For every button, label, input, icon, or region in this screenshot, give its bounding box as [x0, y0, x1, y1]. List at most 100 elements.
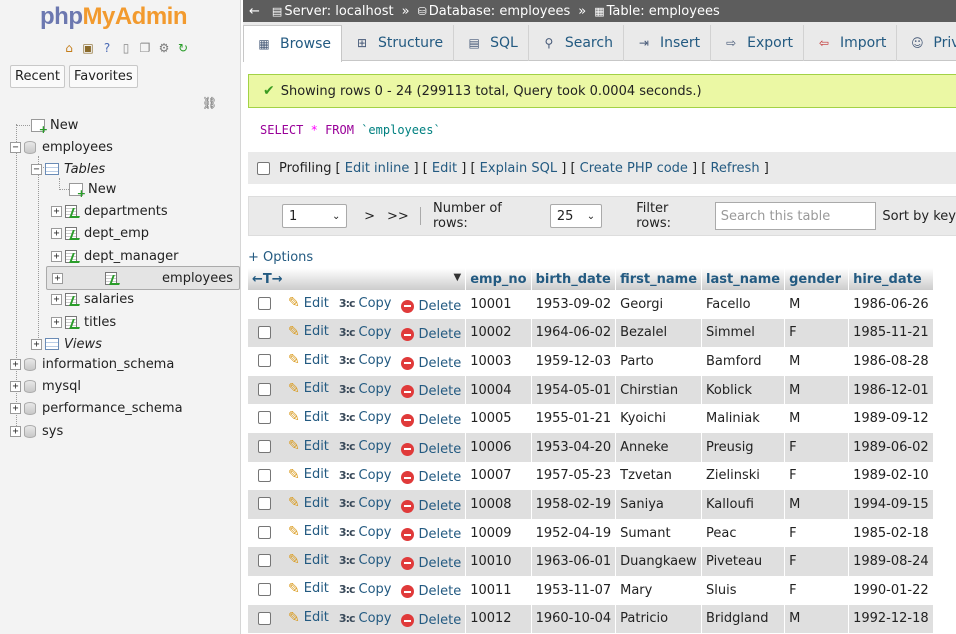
next-page-button[interactable]: >: [357, 204, 381, 228]
tree-item-database[interactable]: + information_schema: [10, 353, 174, 375]
cell-emp-no[interactable]: 10010: [465, 547, 532, 576]
row-checkbox[interactable]: [258, 611, 271, 625]
edit-row-button[interactable]: ✎ Edit: [288, 467, 329, 483]
copy-row-button[interactable]: 3:c Copy: [339, 410, 392, 425]
cell-first-name[interactable]: Georgi: [615, 290, 703, 319]
cell-last-name[interactable]: Preusig: [701, 432, 786, 462]
row-checkbox[interactable]: [258, 325, 271, 339]
collapse-icon[interactable]: −: [31, 163, 42, 175]
tree-item-new[interactable]: New: [31, 114, 78, 136]
expand-icon[interactable]: +: [51, 316, 62, 328]
row-checkbox[interactable]: [258, 582, 271, 596]
collapse-icon[interactable]: −: [10, 141, 21, 153]
gear-icon[interactable]: ⚙: [156, 40, 172, 56]
cell-gender[interactable]: F: [784, 547, 850, 576]
table-row[interactable]: ✎ Edit 3:c Copy Delete 10006 1953-04-20 Anneke P…: [248, 432, 934, 462]
table-row[interactable]: ✎ Edit 3:c Copy Delete 10012 1960-10-04 Patrici…: [248, 604, 934, 634]
cell-emp-no[interactable]: 10002: [465, 318, 532, 348]
copy-row-button[interactable]: 3:c Copy: [339, 439, 392, 454]
cell-gender[interactable]: M: [784, 404, 850, 433]
cell-hire-date[interactable]: 1994-09-15: [848, 490, 934, 519]
cell-hire-date[interactable]: 1986-08-28: [848, 347, 934, 376]
cell-hire-date[interactable]: 1990-01-22: [848, 575, 934, 605]
delete-row-button[interactable]: Delete: [401, 442, 461, 457]
profiling-checkbox[interactable]: [257, 161, 270, 175]
cell-hire-date[interactable]: 1986-12-01: [848, 375, 934, 405]
row-checkbox[interactable]: [258, 468, 271, 482]
options-link[interactable]: + Options: [248, 250, 313, 265]
sql-query[interactable]: SELECT * FROM `employees`: [260, 123, 441, 137]
cell-first-name[interactable]: Patricio: [615, 604, 703, 634]
row-checkbox[interactable]: [258, 411, 271, 425]
tab-structure[interactable]: ⊞ Structure: [342, 25, 455, 61]
cell-last-name[interactable]: Piveteau: [701, 547, 786, 576]
expand-icon[interactable]: +: [51, 227, 62, 239]
edit-link[interactable]: Edit: [432, 161, 457, 176]
cell-emp-no[interactable]: 10004: [465, 375, 532, 405]
table-row[interactable]: ✎ Edit 3:c Copy Delete 10009 1952-04-19 Sumant P…: [248, 518, 934, 548]
copy-row-button[interactable]: 3:c Copy: [339, 296, 392, 311]
cell-first-name[interactable]: Bezalel: [615, 318, 703, 348]
tab-privileges[interactable]: ☺ Privile: [897, 25, 956, 61]
tab-browse[interactable]: ▦ Browse: [243, 25, 342, 62]
cell-last-name[interactable]: Peac: [701, 518, 786, 548]
docs-icon[interactable]: ▯: [118, 40, 134, 56]
create-php-code-link[interactable]: Create PHP code: [580, 161, 688, 176]
help-icon[interactable]: ?: [99, 40, 115, 56]
edit-row-button[interactable]: ✎ Edit: [288, 581, 329, 597]
row-checkbox[interactable]: [258, 382, 271, 396]
table-row[interactable]: ✎ Edit 3:c Copy Delete 10001 1953-09-02 Georgi F…: [248, 290, 934, 319]
cell-hire-date[interactable]: 1992-12-18: [848, 604, 934, 634]
cell-gender[interactable]: F: [784, 461, 850, 491]
cell-first-name[interactable]: Saniya: [615, 490, 703, 519]
cell-gender[interactable]: F: [784, 518, 850, 548]
cell-emp-no[interactable]: 10003: [465, 347, 532, 376]
cell-first-name[interactable]: Parto: [615, 347, 703, 376]
cell-hire-date[interactable]: 1989-08-24: [848, 547, 934, 576]
column-header-last-name[interactable]: last_name: [701, 268, 786, 290]
edit-inline-link[interactable]: Edit inline: [345, 161, 410, 176]
filter-input[interactable]: Search this table: [714, 202, 877, 230]
expand-icon[interactable]: +: [51, 205, 62, 217]
cell-last-name[interactable]: Simmel: [701, 318, 786, 348]
rows-select[interactable]: 25 ⌄: [549, 204, 603, 228]
breadcrumb-database[interactable]: Database: employees: [429, 4, 570, 19]
delete-row-button[interactable]: Delete: [401, 470, 461, 485]
column-header-first-name[interactable]: first_name: [615, 268, 703, 290]
tree-item-views[interactable]: + Views: [31, 333, 102, 355]
edit-row-button[interactable]: ✎ Edit: [288, 295, 329, 311]
tree-item-table[interactable]: + titles: [51, 311, 116, 333]
edit-row-button[interactable]: ✎ Edit: [288, 409, 329, 425]
tree-item-table[interactable]: + dept_manager: [51, 245, 179, 267]
table-row[interactable]: ✎ Edit 3:c Copy Delete 10005 1955-01-21 Kyoichi…: [248, 404, 934, 433]
breadcrumb-table[interactable]: Table: employees: [607, 4, 720, 19]
column-header-emp-no[interactable]: emp_no: [465, 268, 532, 290]
delete-row-button[interactable]: Delete: [401, 584, 461, 599]
cell-gender[interactable]: F: [784, 432, 850, 462]
table-row[interactable]: ✎ Edit 3:c Copy Delete 10011 1953-11-07 Mary Slu…: [248, 575, 934, 605]
logout-icon[interactable]: ▣: [80, 40, 96, 56]
tree-item-database[interactable]: + mysql: [10, 375, 81, 397]
cell-gender[interactable]: M: [784, 347, 850, 376]
cell-birth-date[interactable]: 1964-06-02: [531, 318, 617, 348]
cell-hire-date[interactable]: 1985-11-21: [848, 318, 934, 348]
table-row[interactable]: ✎ Edit 3:c Copy Delete 10003 1959-12-03 Parto Ba…: [248, 347, 934, 376]
edit-row-button[interactable]: ✎ Edit: [288, 610, 329, 626]
cell-birth-date[interactable]: 1953-04-20: [531, 432, 617, 462]
expand-icon[interactable]: +: [10, 380, 21, 392]
copy-row-button[interactable]: 3:c Copy: [339, 468, 392, 483]
collapse-nav-arrow-icon[interactable]: ←: [249, 4, 260, 19]
cell-hire-date[interactable]: 1989-06-02: [848, 432, 934, 462]
breadcrumb-server[interactable]: Server: localhost: [284, 4, 393, 19]
table-row[interactable]: ✎ Edit 3:c Copy Delete 10004 1954-05-01 Chirsti…: [248, 375, 934, 405]
tree-item-table[interactable]: + dept_emp: [51, 222, 149, 244]
cell-emp-no[interactable]: 10006: [465, 432, 532, 462]
cell-emp-no[interactable]: 10012: [465, 604, 532, 634]
cell-gender[interactable]: F: [784, 575, 850, 605]
cell-birth-date[interactable]: 1959-12-03: [531, 347, 617, 376]
cell-emp-no[interactable]: 10008: [465, 490, 532, 519]
row-checkbox[interactable]: [258, 554, 271, 568]
page-select[interactable]: 1 ⌄: [282, 204, 348, 228]
delete-row-button[interactable]: Delete: [401, 356, 461, 371]
copy-icon[interactable]: ❐: [137, 40, 153, 56]
